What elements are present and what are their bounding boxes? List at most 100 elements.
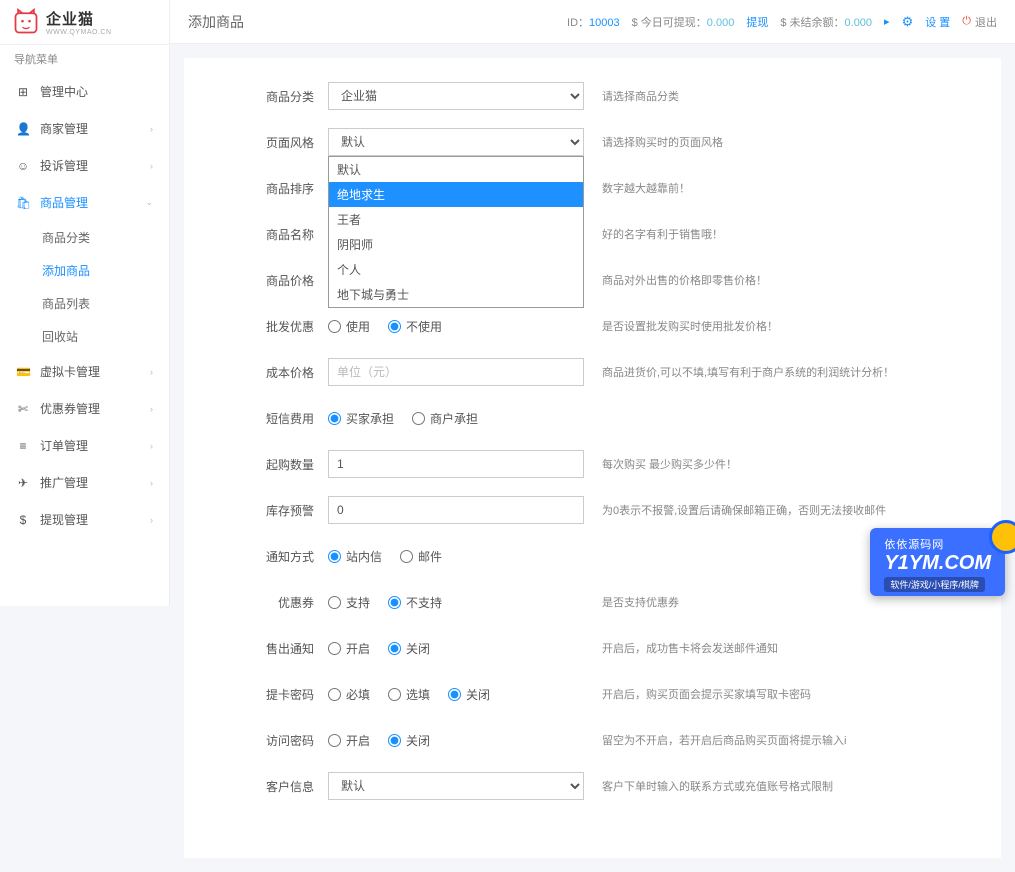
price-label: 商品价格	[244, 272, 314, 289]
name-label: 商品名称	[244, 226, 314, 243]
nav-item-4[interactable]: 💳虚拟卡管理›	[0, 353, 169, 390]
soldnotify-hint: 开启后，成功售卡将会发送邮件通知	[602, 640, 941, 656]
nav-item-0[interactable]: ⊞ 管理中心	[0, 73, 169, 110]
notify-radio-0[interactable]: 站内信	[328, 548, 382, 565]
subnav-item-3[interactable]: 回收站	[0, 320, 169, 353]
minbuy-label: 起购数量	[244, 456, 314, 473]
chevron-icon: ⌄	[145, 197, 153, 208]
subnav-item-0[interactable]: 商品分类	[0, 221, 169, 254]
logo-sub: WWW.QYMAO.CN	[46, 29, 112, 36]
nav-label: 投诉管理	[40, 157, 88, 174]
category-select[interactable]: 企业猫	[328, 82, 584, 110]
customer-hint: 客户下单时输入的联系方式或充值账号格式限制	[602, 778, 941, 794]
chevron-icon: ›	[150, 515, 153, 525]
page-title: 添加商品	[188, 12, 244, 32]
soldnotify-label: 售出通知	[244, 640, 314, 657]
nav-item-6[interactable]: ≡订单管理›	[0, 427, 169, 464]
nav-label: 管理中心	[40, 83, 88, 100]
gear-icon[interactable]: ⚙	[902, 14, 914, 30]
nav-icon: $	[16, 513, 30, 527]
style-option-0[interactable]: 默认	[329, 157, 583, 182]
stock-input[interactable]	[328, 496, 584, 524]
subnav-item-2[interactable]: 商品列表	[0, 287, 169, 320]
nav-icon: 👤	[16, 122, 30, 136]
nav-item-3[interactable]: 🛍 商品管理 ⌄	[0, 184, 169, 221]
wholesale-radio-0[interactable]: 使用	[328, 318, 370, 335]
cost-label: 成本价格	[244, 364, 314, 381]
withdraw-link[interactable]: 提现	[746, 14, 768, 30]
sidebar: 企业猫 WWW.QYMAO.CN 导航菜单 ⊞管理中心👤商家管理›☺投诉管理›🛍…	[0, 0, 170, 606]
nav-icon: ✄	[16, 402, 30, 416]
style-option-4[interactable]: 个人	[329, 257, 583, 282]
style-option-5[interactable]: 地下城与勇士	[329, 282, 583, 307]
soldnotify-radio-1[interactable]: 关闭	[388, 640, 430, 657]
form-panel: 商品分类企业猫请选择商品分类页面风格默认默认绝地求生王者阴阳师个人地下城与勇士请…	[184, 58, 1001, 858]
style-select[interactable]: 默认	[328, 128, 584, 156]
chevron-icon: ›	[150, 441, 153, 451]
pickpwd-radio-1[interactable]: 选填	[388, 686, 430, 703]
pickpwd-radio-0[interactable]: 必填	[328, 686, 370, 703]
unsettled-balance: $ 未结余额：0.000	[780, 14, 872, 30]
pickpwd-label: 提卡密码	[244, 686, 314, 703]
visitpwd-label: 访问密码	[244, 732, 314, 749]
nav-label: 优惠券管理	[40, 400, 100, 417]
category-hint: 请选择商品分类	[602, 88, 941, 104]
name-hint: 好的名字有利于销售哦！	[602, 226, 941, 242]
nav-item-1[interactable]: 👤商家管理›	[0, 110, 169, 147]
topbar: 添加商品 ID：10003 $ 今日可提现：0.000 提现 $ 未结余额：0.…	[170, 0, 1015, 44]
style-label: 页面风格	[244, 134, 314, 151]
price-hint: 商品对外出售的价格即零售价格！	[602, 272, 941, 288]
subnav-item-1[interactable]: 添加商品	[0, 254, 169, 287]
sort-hint: 数字越大越靠前！	[602, 180, 941, 196]
nav-label: 商家管理	[40, 120, 88, 137]
visitpwd-radio-1[interactable]: 关闭	[388, 732, 430, 749]
coupon-radio-0[interactable]: 支持	[328, 594, 370, 611]
style-dropdown: 默认绝地求生王者阴阳师个人地下城与勇士	[328, 156, 584, 308]
nav-icon: ⊞	[16, 85, 30, 99]
logo: 企业猫 WWW.QYMAO.CN	[0, 0, 169, 45]
visitpwd-radio-0[interactable]: 开启	[328, 732, 370, 749]
coupon-radio-1[interactable]: 不支持	[388, 594, 442, 611]
notify-label: 通知方式	[244, 548, 314, 565]
customer-select[interactable]: 默认	[328, 772, 584, 800]
smsfee-radio-0[interactable]: 买家承担	[328, 410, 394, 427]
style-option-1[interactable]: 绝地求生	[329, 182, 583, 207]
stock-hint: 为0表示不报警,设置后请确保邮箱正确，否则无法接收邮件	[602, 502, 941, 518]
minbuy-hint: 每次购买 最少购买多少件！	[602, 456, 941, 472]
wholesale-label: 批发优惠	[244, 318, 314, 335]
smsfee-radio-1[interactable]: 商户承担	[412, 410, 478, 427]
nav-label: 提现管理	[40, 511, 88, 528]
logout-link[interactable]: ⏻退出	[962, 14, 997, 30]
logo-title: 企业猫	[46, 8, 112, 29]
sort-label: 商品排序	[244, 180, 314, 197]
wholesale-radio-1[interactable]: 不使用	[388, 318, 442, 335]
user-id: ID：10003	[567, 14, 620, 30]
pickpwd-radio-2[interactable]: 关闭	[448, 686, 490, 703]
settings-link[interactable]: 设 置	[925, 14, 950, 30]
nav-label: 商品管理	[40, 194, 88, 211]
nav-icon: ≡	[16, 439, 30, 453]
nav-item-5[interactable]: ✄优惠券管理›	[0, 390, 169, 427]
soldnotify-radio-0[interactable]: 开启	[328, 640, 370, 657]
category-label: 商品分类	[244, 88, 314, 105]
cost-input[interactable]	[328, 358, 584, 386]
notify-radio-1[interactable]: 邮件	[400, 548, 442, 565]
wholesale-hint: 是否设置批发购买时使用批发价格！	[602, 318, 941, 334]
nav-item-7[interactable]: ✈推广管理›	[0, 464, 169, 501]
smsfee-label: 短信费用	[244, 410, 314, 427]
nav-label: 虚拟卡管理	[40, 363, 100, 380]
visitpwd-hint: 留空为不开启，若开启后商品购买页面将提示输入i	[602, 732, 941, 748]
style-hint: 请选择购买时的页面风格	[602, 134, 941, 150]
logo-icon	[12, 8, 40, 36]
nav-item-2[interactable]: ☺投诉管理›	[0, 147, 169, 184]
balance-link[interactable]: ▸	[884, 15, 890, 28]
chevron-icon: ›	[150, 478, 153, 488]
style-option-3[interactable]: 阴阳师	[329, 232, 583, 257]
stock-label: 库存预警	[244, 502, 314, 519]
coupon-hint: 是否支持优惠券	[602, 594, 941, 610]
coupon-label: 优惠券	[244, 594, 314, 611]
minbuy-input[interactable]	[328, 450, 584, 478]
style-option-2[interactable]: 王者	[329, 207, 583, 232]
nav-item-8[interactable]: $ 提现管理 ›	[0, 501, 169, 538]
nav-icon: 🛍	[16, 196, 30, 210]
